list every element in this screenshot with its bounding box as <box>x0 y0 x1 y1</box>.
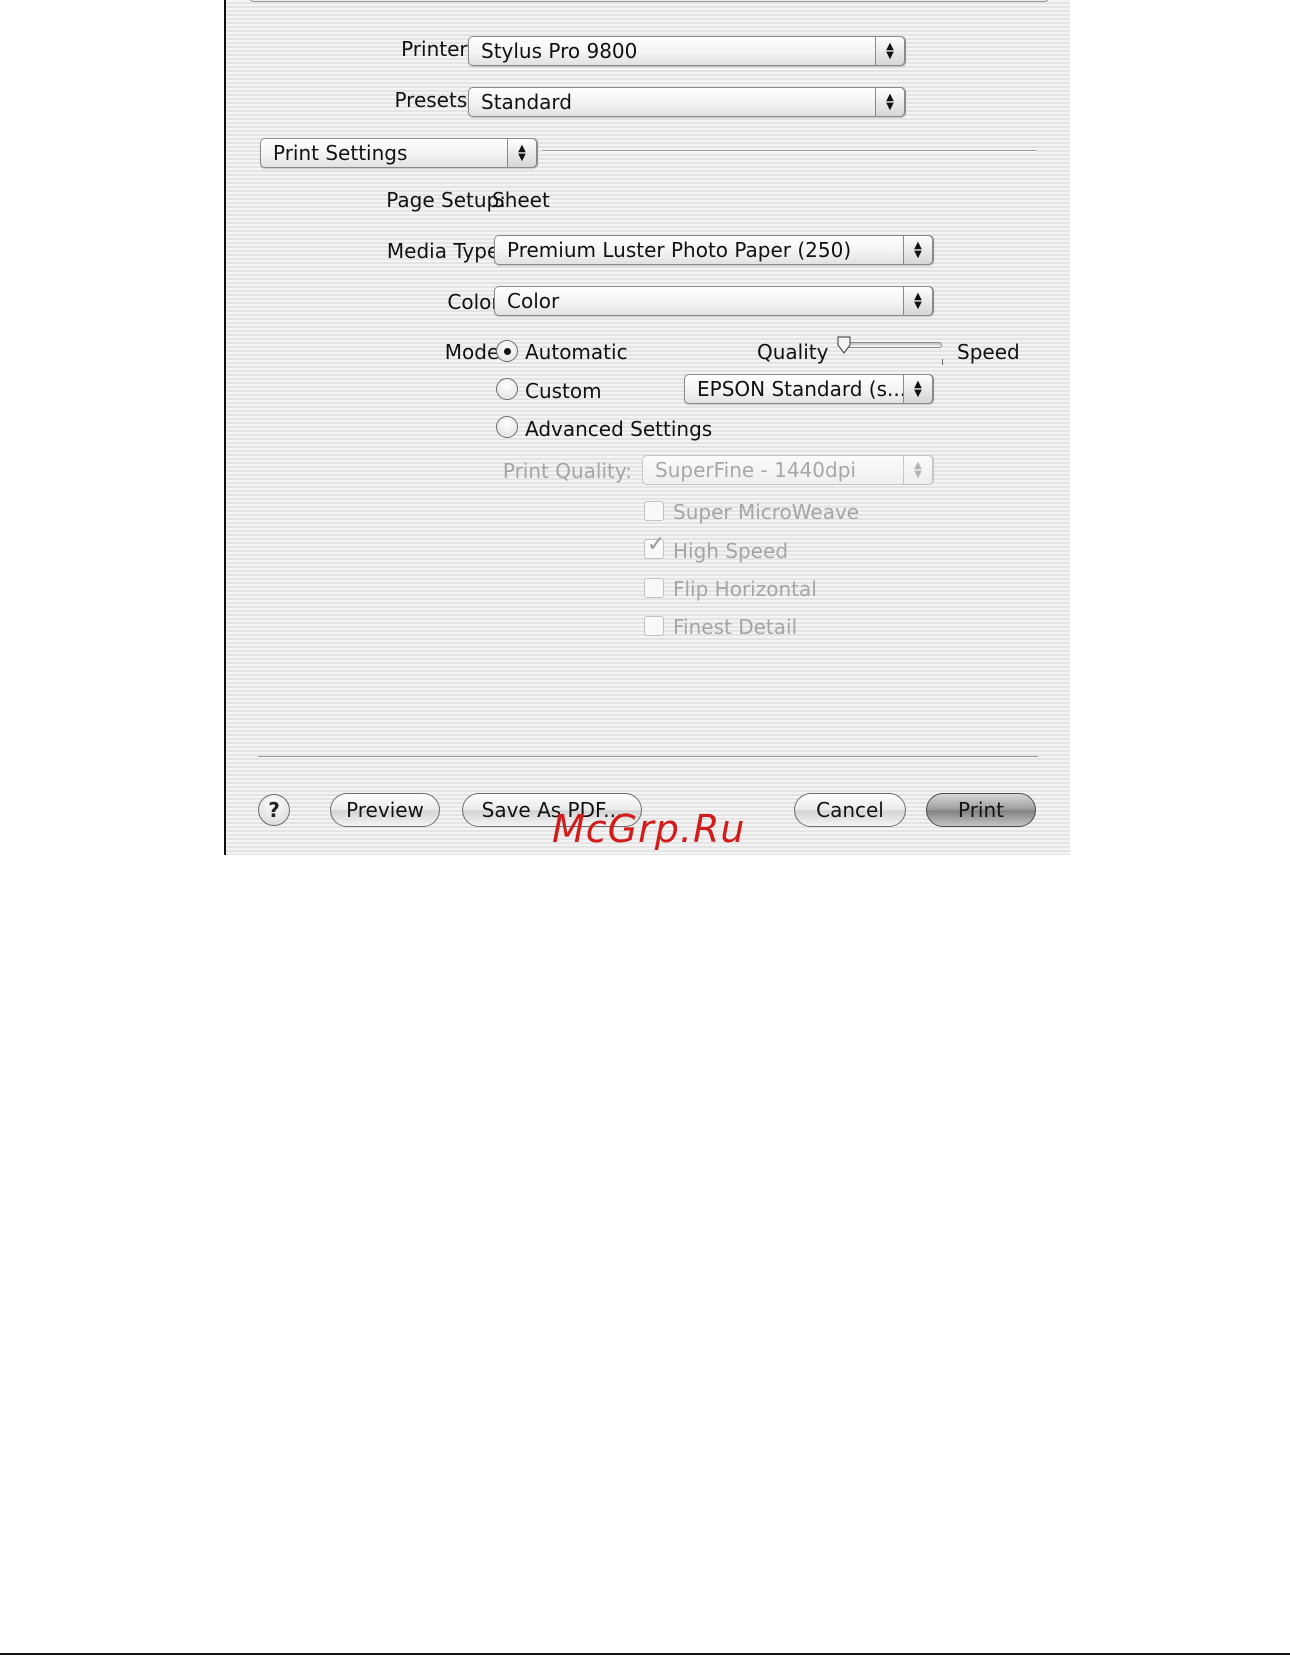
custom-setting-popup-value: EPSON Standard (s... <box>697 377 907 401</box>
media-type-label: Media Type: <box>386 239 506 263</box>
panel-divider <box>542 150 1036 152</box>
help-button[interactable]: ? <box>258 794 290 826</box>
mode-custom-label: Custom <box>525 379 602 403</box>
watermark: McGrp.Ru <box>552 807 746 851</box>
color-popup[interactable]: Color ▲ ▼ <box>494 286 934 316</box>
print-quality-label: Print Quality: <box>502 459 632 483</box>
slider-thumb-icon[interactable] <box>836 336 852 354</box>
print-quality-popup[interactable]: SuperFine - 1440dpi ▲ ▼ <box>642 455 934 485</box>
printer-popup-value: Stylus Pro 9800 <box>481 39 638 63</box>
super-microweave-checkbox[interactable] <box>644 501 664 521</box>
panel-popup-value: Print Settings <box>273 141 408 165</box>
checkmark-icon: ✓ <box>647 532 666 557</box>
popup-arrows-icon: ▲ ▼ <box>903 236 933 264</box>
dialog-top-edge <box>248 0 1050 2</box>
mode-advanced-radio[interactable] <box>496 416 518 438</box>
popup-arrows-icon: ▲ ▼ <box>903 287 933 315</box>
panel-popup[interactable]: Print Settings ▲ ▼ <box>260 138 538 168</box>
quality-speed-slider[interactable] <box>838 342 942 348</box>
print-quality-popup-value: SuperFine - 1440dpi <box>655 458 856 482</box>
custom-setting-popup[interactable]: EPSON Standard (s... ▲ ▼ <box>684 374 934 404</box>
flip-horizontal-checkbox[interactable] <box>644 578 664 598</box>
presets-popup-value: Standard <box>481 90 572 114</box>
color-label: Color: <box>447 290 506 314</box>
flip-horizontal-label: Flip Horizontal <box>673 577 817 601</box>
print-button[interactable]: Print <box>926 793 1036 827</box>
bottom-divider <box>258 756 1038 758</box>
popup-arrows-icon: ▲ ▼ <box>875 37 905 65</box>
media-type-popup-value: Premium Luster Photo Paper (250) <box>507 238 852 262</box>
mode-custom-radio[interactable] <box>496 378 518 400</box>
color-popup-value: Color <box>507 289 560 313</box>
high-speed-label: High Speed <box>673 539 789 563</box>
finest-detail-label: Finest Detail <box>673 615 798 639</box>
slider-tick <box>942 359 943 365</box>
mode-label: Mode: <box>444 340 506 364</box>
presets-popup[interactable]: Standard ▲ ▼ <box>468 87 906 117</box>
popup-arrows-icon: ▲ ▼ <box>507 139 537 167</box>
printer-label: Printer: <box>401 37 474 61</box>
print-dialog: Printer: Stylus Pro 9800 ▲ ▼ Presets: Sta… <box>224 0 1070 855</box>
mode-automatic-label: Automatic <box>525 340 628 364</box>
page-setup-value: Sheet <box>492 188 550 212</box>
preview-button[interactable]: Preview <box>330 793 440 827</box>
mode-automatic-radio[interactable] <box>496 340 518 362</box>
slider-speed-label: Speed <box>957 340 1020 364</box>
cancel-button[interactable]: Cancel <box>794 793 906 827</box>
page-setup-label: Page Setup: <box>386 188 506 212</box>
page-bottom-rule <box>0 1653 1290 1655</box>
media-type-popup[interactable]: Premium Luster Photo Paper (250) ▲ ▼ <box>494 235 934 265</box>
printer-popup[interactable]: Stylus Pro 9800 ▲ ▼ <box>468 36 906 66</box>
popup-arrows-icon: ▲ ▼ <box>903 375 933 403</box>
high-speed-checkbox[interactable]: ✓ <box>644 532 665 559</box>
popup-arrows-icon: ▲ ▼ <box>903 456 933 484</box>
super-microweave-label: Super MicroWeave <box>673 500 860 524</box>
popup-arrows-icon: ▲ ▼ <box>875 88 905 116</box>
finest-detail-checkbox[interactable] <box>644 616 664 636</box>
presets-label: Presets: <box>394 88 474 112</box>
mode-advanced-label: Advanced Settings <box>525 417 713 441</box>
slider-quality-label: Quality <box>757 340 829 364</box>
